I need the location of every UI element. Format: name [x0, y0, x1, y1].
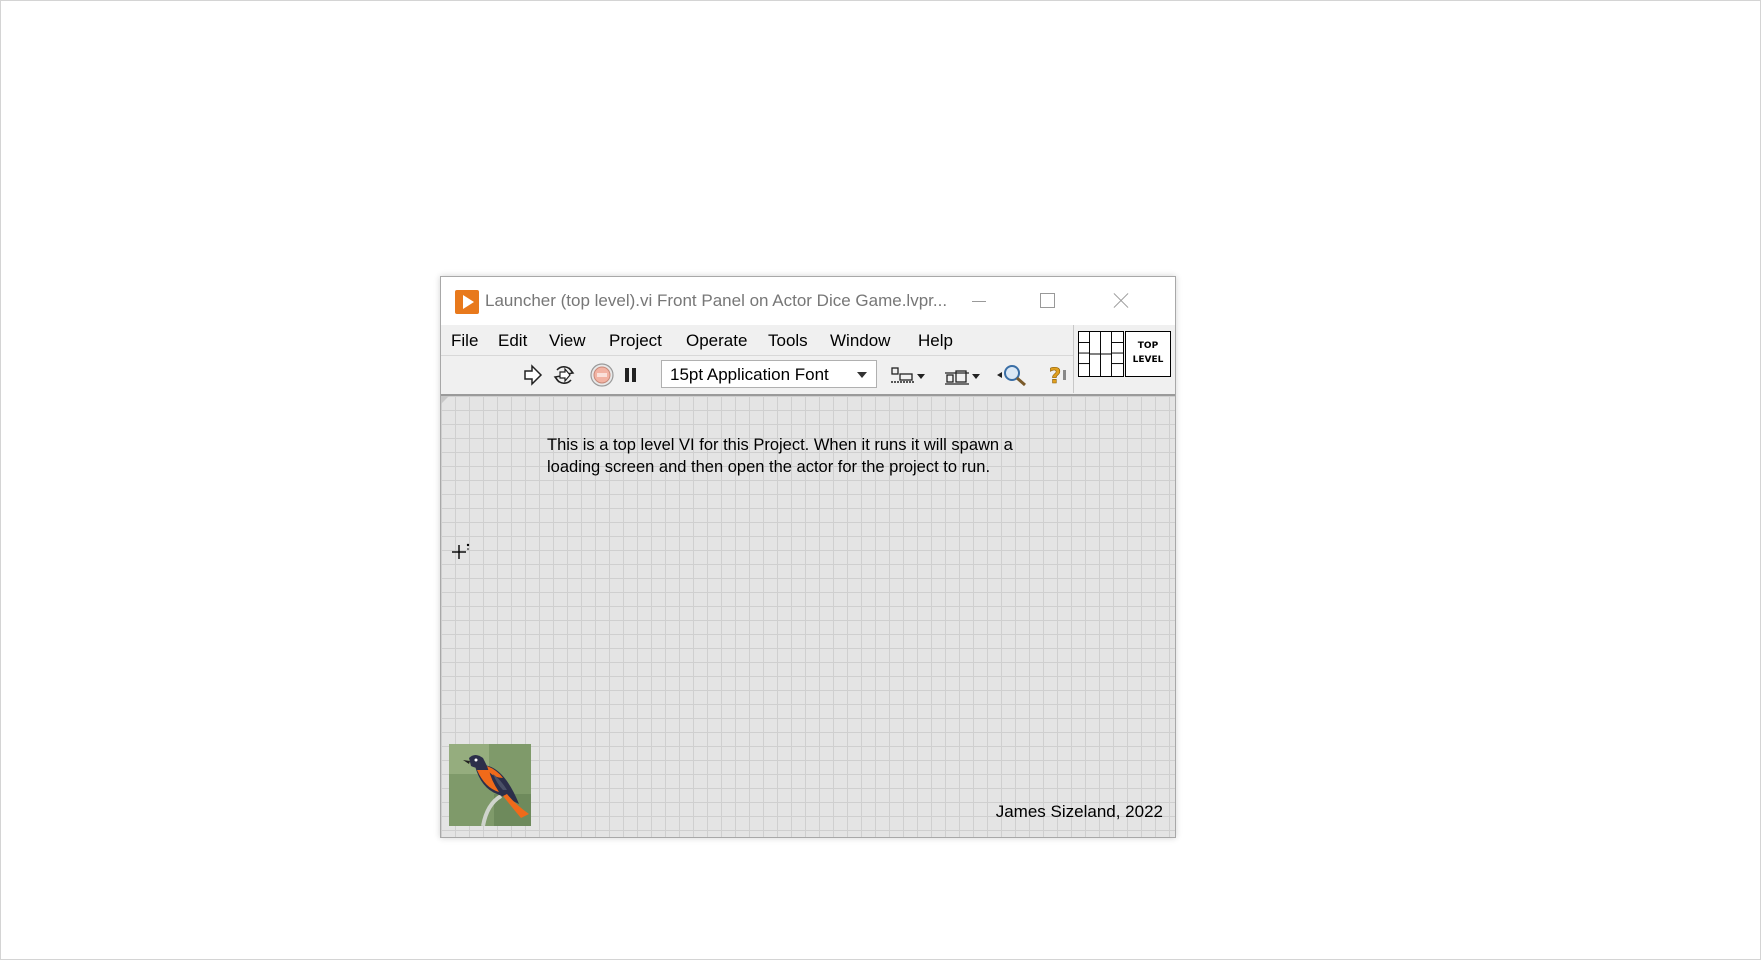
- run-continuously-icon[interactable]: [551, 362, 577, 388]
- vi-icon-line2: LEVEL: [1132, 355, 1164, 365]
- vi-icon[interactable]: TOP LEVEL: [1125, 331, 1171, 377]
- description-line-2: loading screen and then open the actor f…: [547, 458, 991, 476]
- chevron-down-icon: [857, 372, 867, 378]
- svg-text:?: ?: [1049, 364, 1061, 388]
- help-icon[interactable]: ?: [1041, 362, 1069, 388]
- window-title: Launcher (top level).vi Front Panel on A…: [485, 291, 948, 310]
- bird-decoration-image: [449, 744, 531, 826]
- vi-front-panel-window[interactable]: Launcher (top level).vi Front Panel on A…: [440, 276, 1176, 838]
- menu-tools[interactable]: Tools: [768, 331, 808, 351]
- front-panel-canvas[interactable]: This is a top level VI for this Project.…: [441, 394, 1175, 837]
- menu-help[interactable]: Help: [918, 331, 953, 351]
- pause-icon[interactable]: [621, 362, 641, 388]
- panel-origin-marker: [441, 396, 449, 404]
- crosshair-cursor-icon: [452, 543, 470, 559]
- icon-connector-area: TOP LEVEL: [1073, 325, 1175, 393]
- menu-operate[interactable]: Operate: [686, 331, 747, 351]
- text-settings-dropdown[interactable]: 15pt Application Font: [661, 360, 877, 388]
- menu-view[interactable]: View: [549, 331, 586, 351]
- menu-file[interactable]: File: [451, 331, 478, 351]
- description-label[interactable]: This is a top level VI for this Project.…: [547, 434, 1067, 478]
- zoom-icon[interactable]: [994, 362, 1030, 388]
- menu-bar: File Edit View Project Operate Tools Win…: [441, 325, 1073, 355]
- abort-icon[interactable]: [589, 362, 615, 388]
- align-objects-icon[interactable]: [888, 362, 928, 388]
- title-bar[interactable]: Launcher (top level).vi Front Panel on A…: [441, 277, 1175, 325]
- vi-icon-line1: TOP: [1137, 341, 1159, 351]
- maximize-button[interactable]: [1012, 277, 1082, 325]
- menu-window[interactable]: Window: [830, 331, 890, 351]
- close-button[interactable]: [1082, 277, 1152, 325]
- author-credit: James Sizeland, 2022: [995, 802, 1163, 821]
- toolbar: 15pt Application Font ?: [441, 355, 1073, 394]
- menu-project[interactable]: Project: [609, 331, 662, 351]
- distribute-objects-icon[interactable]: [943, 362, 983, 388]
- font-selection-label: 15pt Application Font: [670, 365, 829, 384]
- menu-edit[interactable]: Edit: [498, 331, 527, 351]
- connector-pane[interactable]: [1078, 331, 1124, 377]
- minimize-button[interactable]: [943, 277, 1013, 325]
- description-line-1: This is a top level VI for this Project.…: [547, 436, 1013, 454]
- run-arrow-icon[interactable]: [522, 362, 544, 388]
- labview-run-icon: [455, 290, 479, 314]
